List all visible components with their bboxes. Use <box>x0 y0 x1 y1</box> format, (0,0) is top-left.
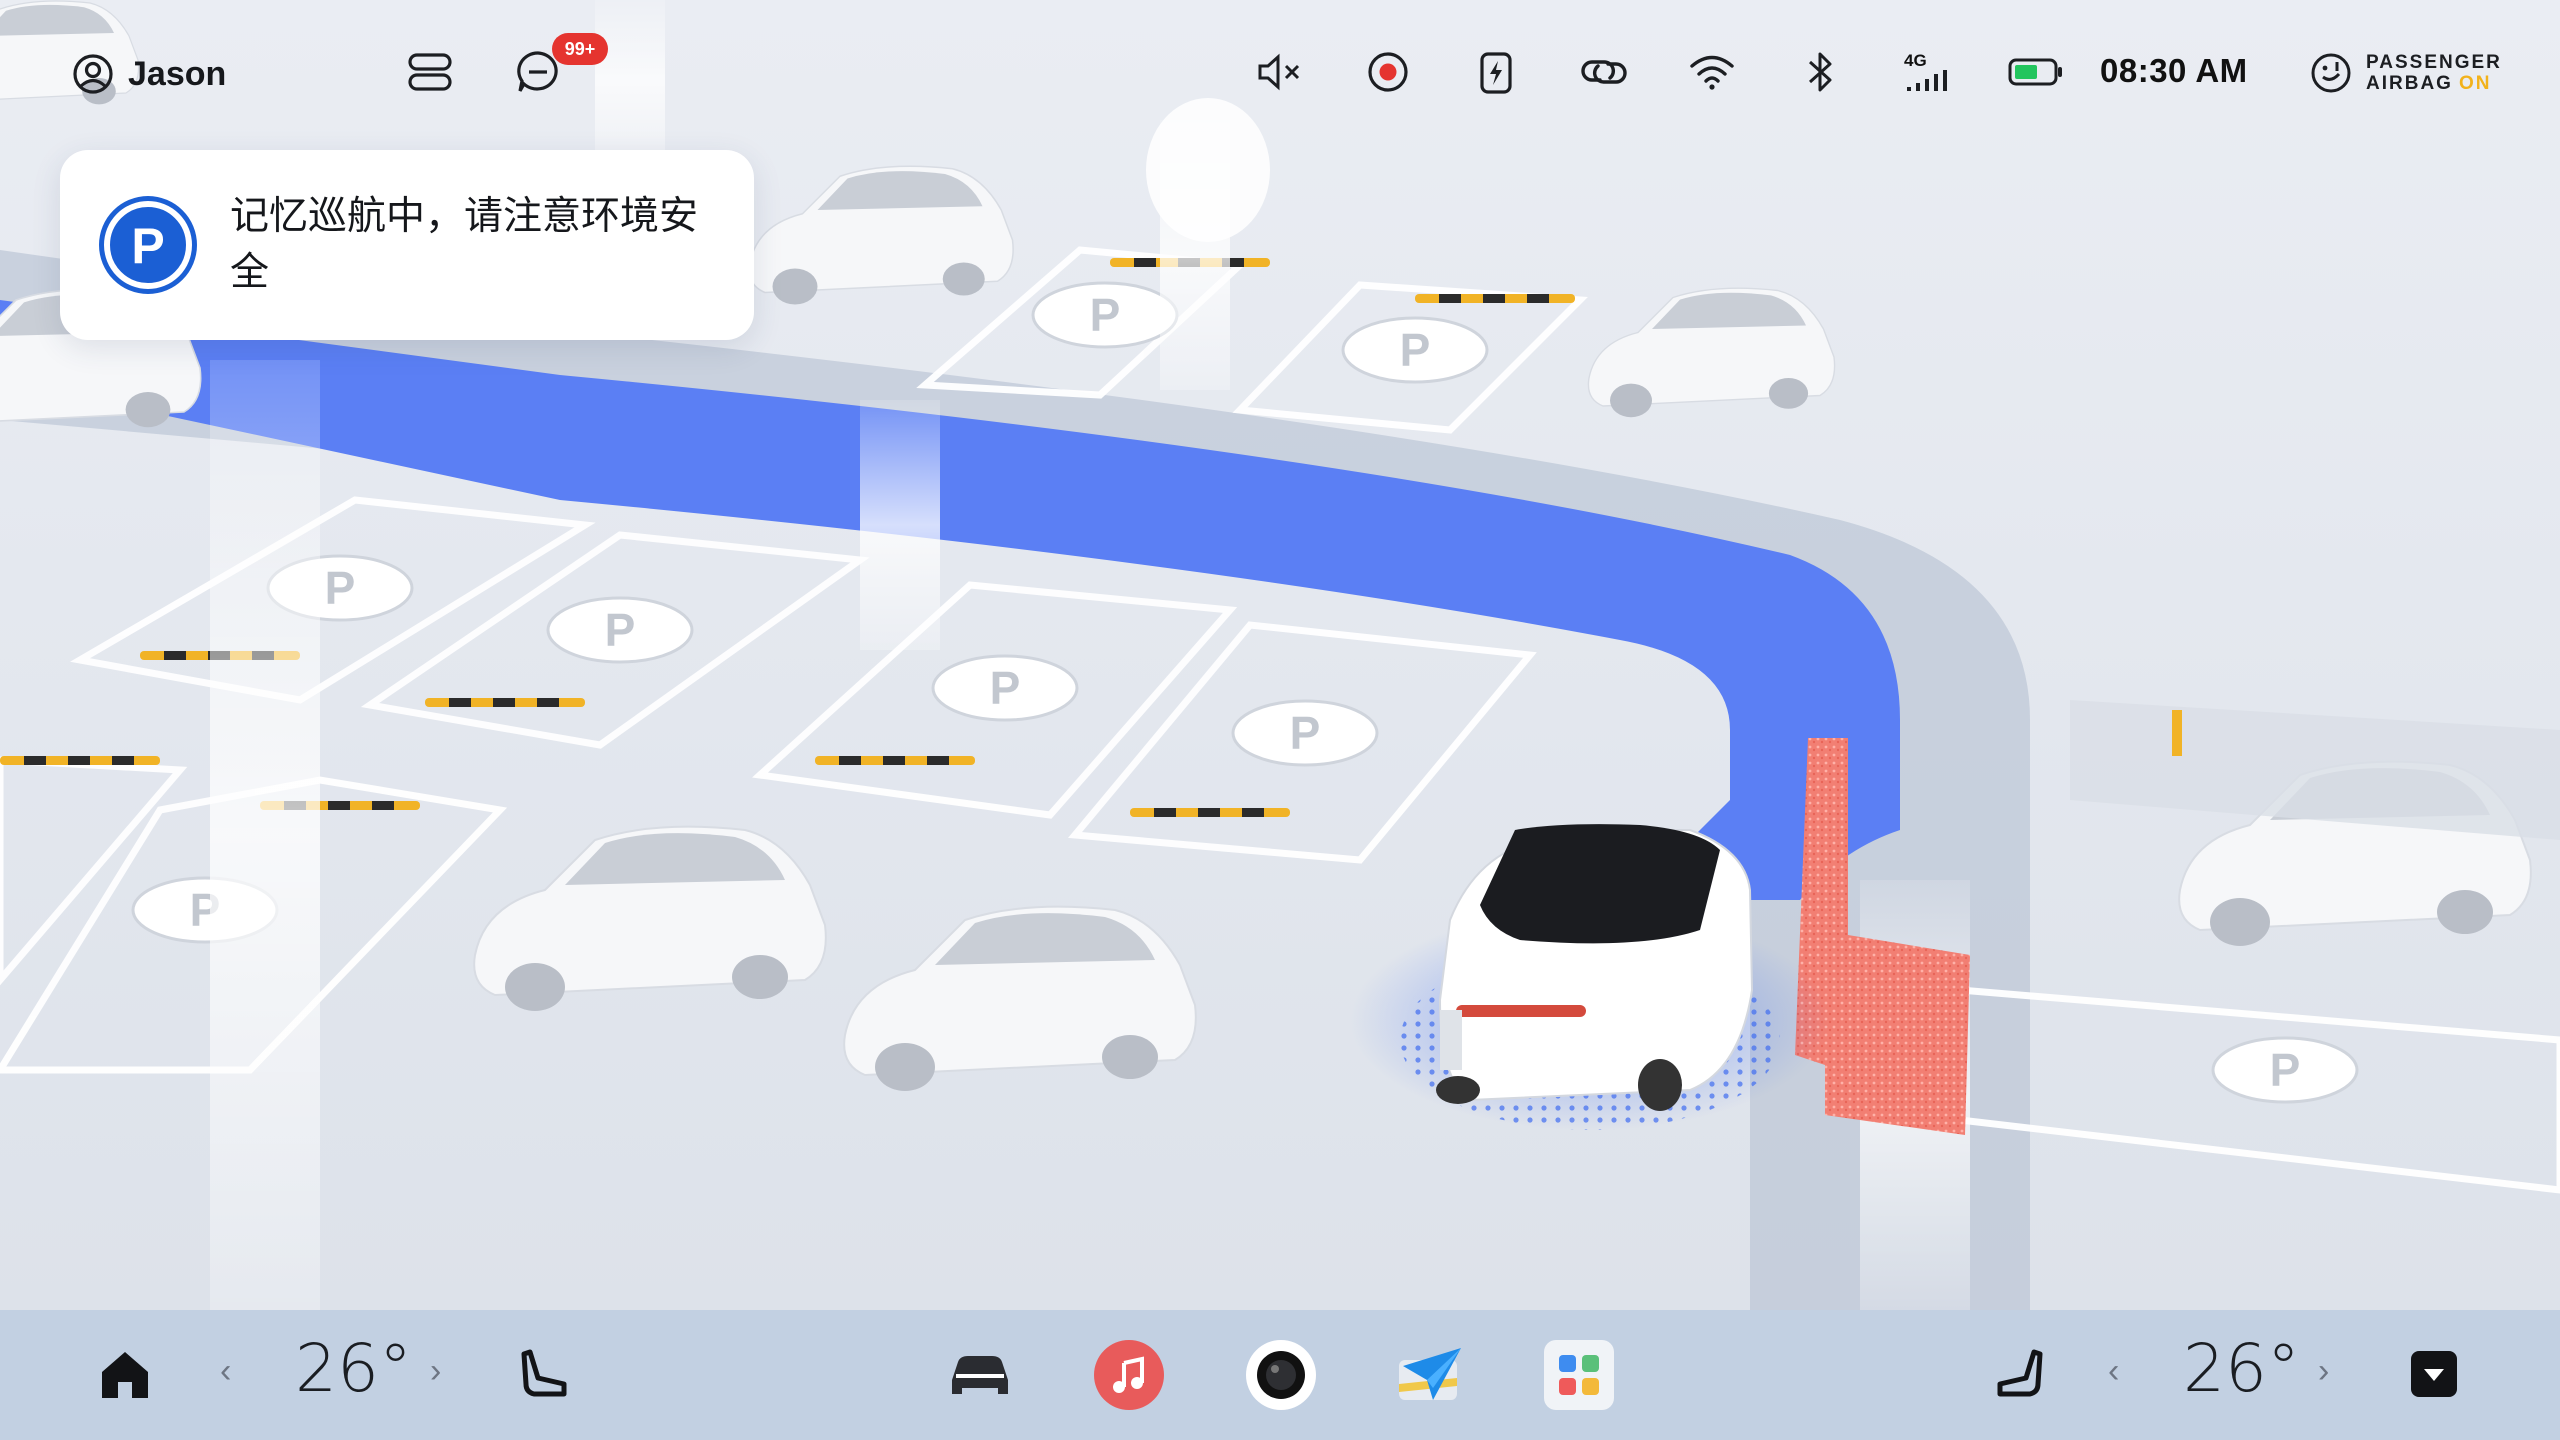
left-temp-decrease[interactable]: ‹ <box>220 1352 231 1391</box>
left-temperature: 26° <box>295 1330 412 1407</box>
parking-icon: P <box>99 196 197 294</box>
left-seat-icon[interactable] <box>510 1340 580 1410</box>
user-profile[interactable]: Jason <box>72 50 226 98</box>
control-center-icon[interactable] <box>402 44 458 100</box>
right-temp-increase[interactable]: › <box>2318 1352 2329 1391</box>
notification-badge: 99+ <box>552 33 608 65</box>
vehicle-icon[interactable] <box>944 1340 1016 1410</box>
clock: 08:30 AM <box>2100 52 2248 89</box>
right-temp-decrease[interactable]: ‹ <box>2108 1352 2119 1391</box>
user-circle-icon <box>73 54 113 94</box>
camera-icon[interactable] <box>1246 1340 1316 1410</box>
dropdown-icon[interactable] <box>2406 1346 2462 1402</box>
airbag-icon <box>2311 53 2351 93</box>
notification-message: 记忆巡航中，请注意环境安全 <box>230 194 699 295</box>
wifi-icon[interactable] <box>1684 44 1740 100</box>
airbag-state: ON <box>2458 73 2492 94</box>
status-bar: Jason 99+ 4G 08:30 AM PASSENGER AIRBAG O… <box>0 0 2560 150</box>
network-type-label: 4G <box>1904 51 1927 70</box>
user-name: Jason <box>128 54 227 93</box>
left-temp-increase[interactable]: › <box>430 1352 441 1391</box>
navigation-icon[interactable] <box>1394 1340 1466 1410</box>
mute-icon[interactable] <box>1252 44 1308 100</box>
link-icon[interactable] <box>1576 44 1632 100</box>
bluetooth-icon[interactable] <box>1792 44 1848 100</box>
passenger-airbag-status: PASSENGER AIRBAG ON <box>2310 48 2502 98</box>
bottom-dock: ‹ 26° › ‹ 26° › <box>0 1310 2560 1440</box>
home-icon[interactable] <box>90 1340 160 1410</box>
right-seat-icon[interactable] <box>1984 1340 2054 1410</box>
battery-icon <box>2006 44 2066 100</box>
airbag-label-line2: AIRBAG <box>2366 73 2453 94</box>
cellular-signal-icon: 4G <box>1898 44 1954 100</box>
record-icon[interactable] <box>1360 44 1416 100</box>
charging-icon[interactable] <box>1468 44 1524 100</box>
memory-cruise-notification[interactable]: P 记忆巡航中，请注意环境安全 <box>60 150 754 340</box>
airbag-label-line1: PASSENGER <box>2366 52 2502 73</box>
parking-icon-letter: P <box>131 218 164 274</box>
right-temperature: 26° <box>2183 1330 2300 1407</box>
app-grid-icon[interactable] <box>1544 1340 1614 1410</box>
music-icon[interactable] <box>1094 1340 1164 1410</box>
